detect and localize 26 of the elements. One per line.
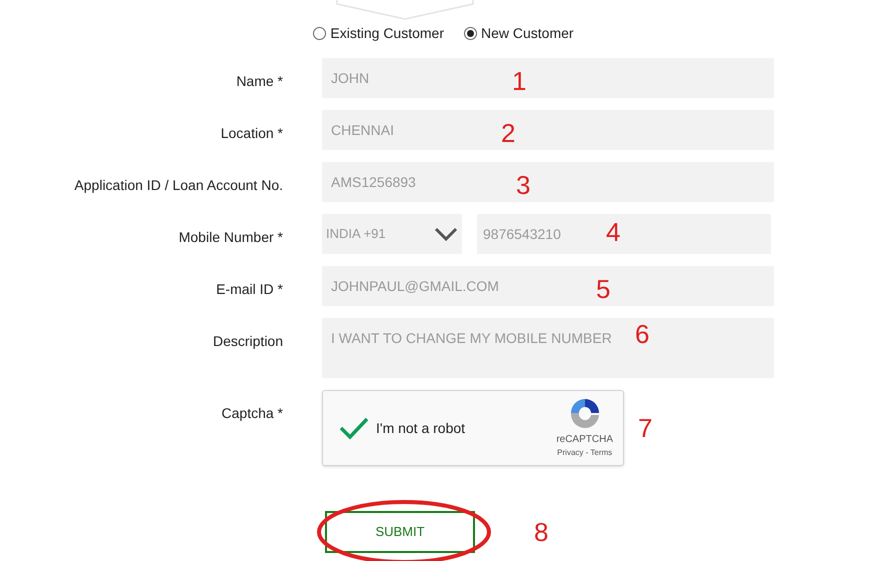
captcha-links[interactable]: Privacy - Terms [557, 447, 612, 459]
annotation-number: 7 [638, 415, 652, 441]
radio-button[interactable] [464, 27, 477, 40]
annotation-number: 2 [501, 120, 516, 146]
field-label: Name * [235, 72, 283, 91]
country-select[interactable]: INDIA +91 [322, 214, 462, 254]
annotation-number: 5 [596, 276, 610, 302]
annotation-number: 1 [512, 68, 526, 94]
captcha-brand: reCAPTCHA [556, 433, 613, 447]
field-label: Description [212, 332, 283, 351]
annotation-number: 4 [606, 219, 620, 245]
annotation-number: 6 [635, 321, 650, 347]
field-label: Location * [220, 124, 283, 143]
field-label: E-mail ID * [215, 280, 283, 299]
radio-button[interactable] [313, 27, 326, 40]
chevron-down-icon [434, 227, 458, 241]
field-label: Captcha * [220, 404, 283, 423]
recaptcha-logo-icon [568, 397, 601, 429]
submit-button[interactable]: SUBMIT [325, 511, 475, 553]
field-label: Application ID / Loan Account No. [73, 176, 283, 195]
field-label: Mobile Number * [178, 228, 283, 247]
captcha-label: I'm not a robot [376, 418, 466, 438]
annotation-number: 8 [534, 519, 548, 545]
radio-label: Existing Customer [330, 24, 444, 43]
annotation-number: 3 [516, 172, 530, 198]
radio-label: New Customer [481, 24, 574, 43]
